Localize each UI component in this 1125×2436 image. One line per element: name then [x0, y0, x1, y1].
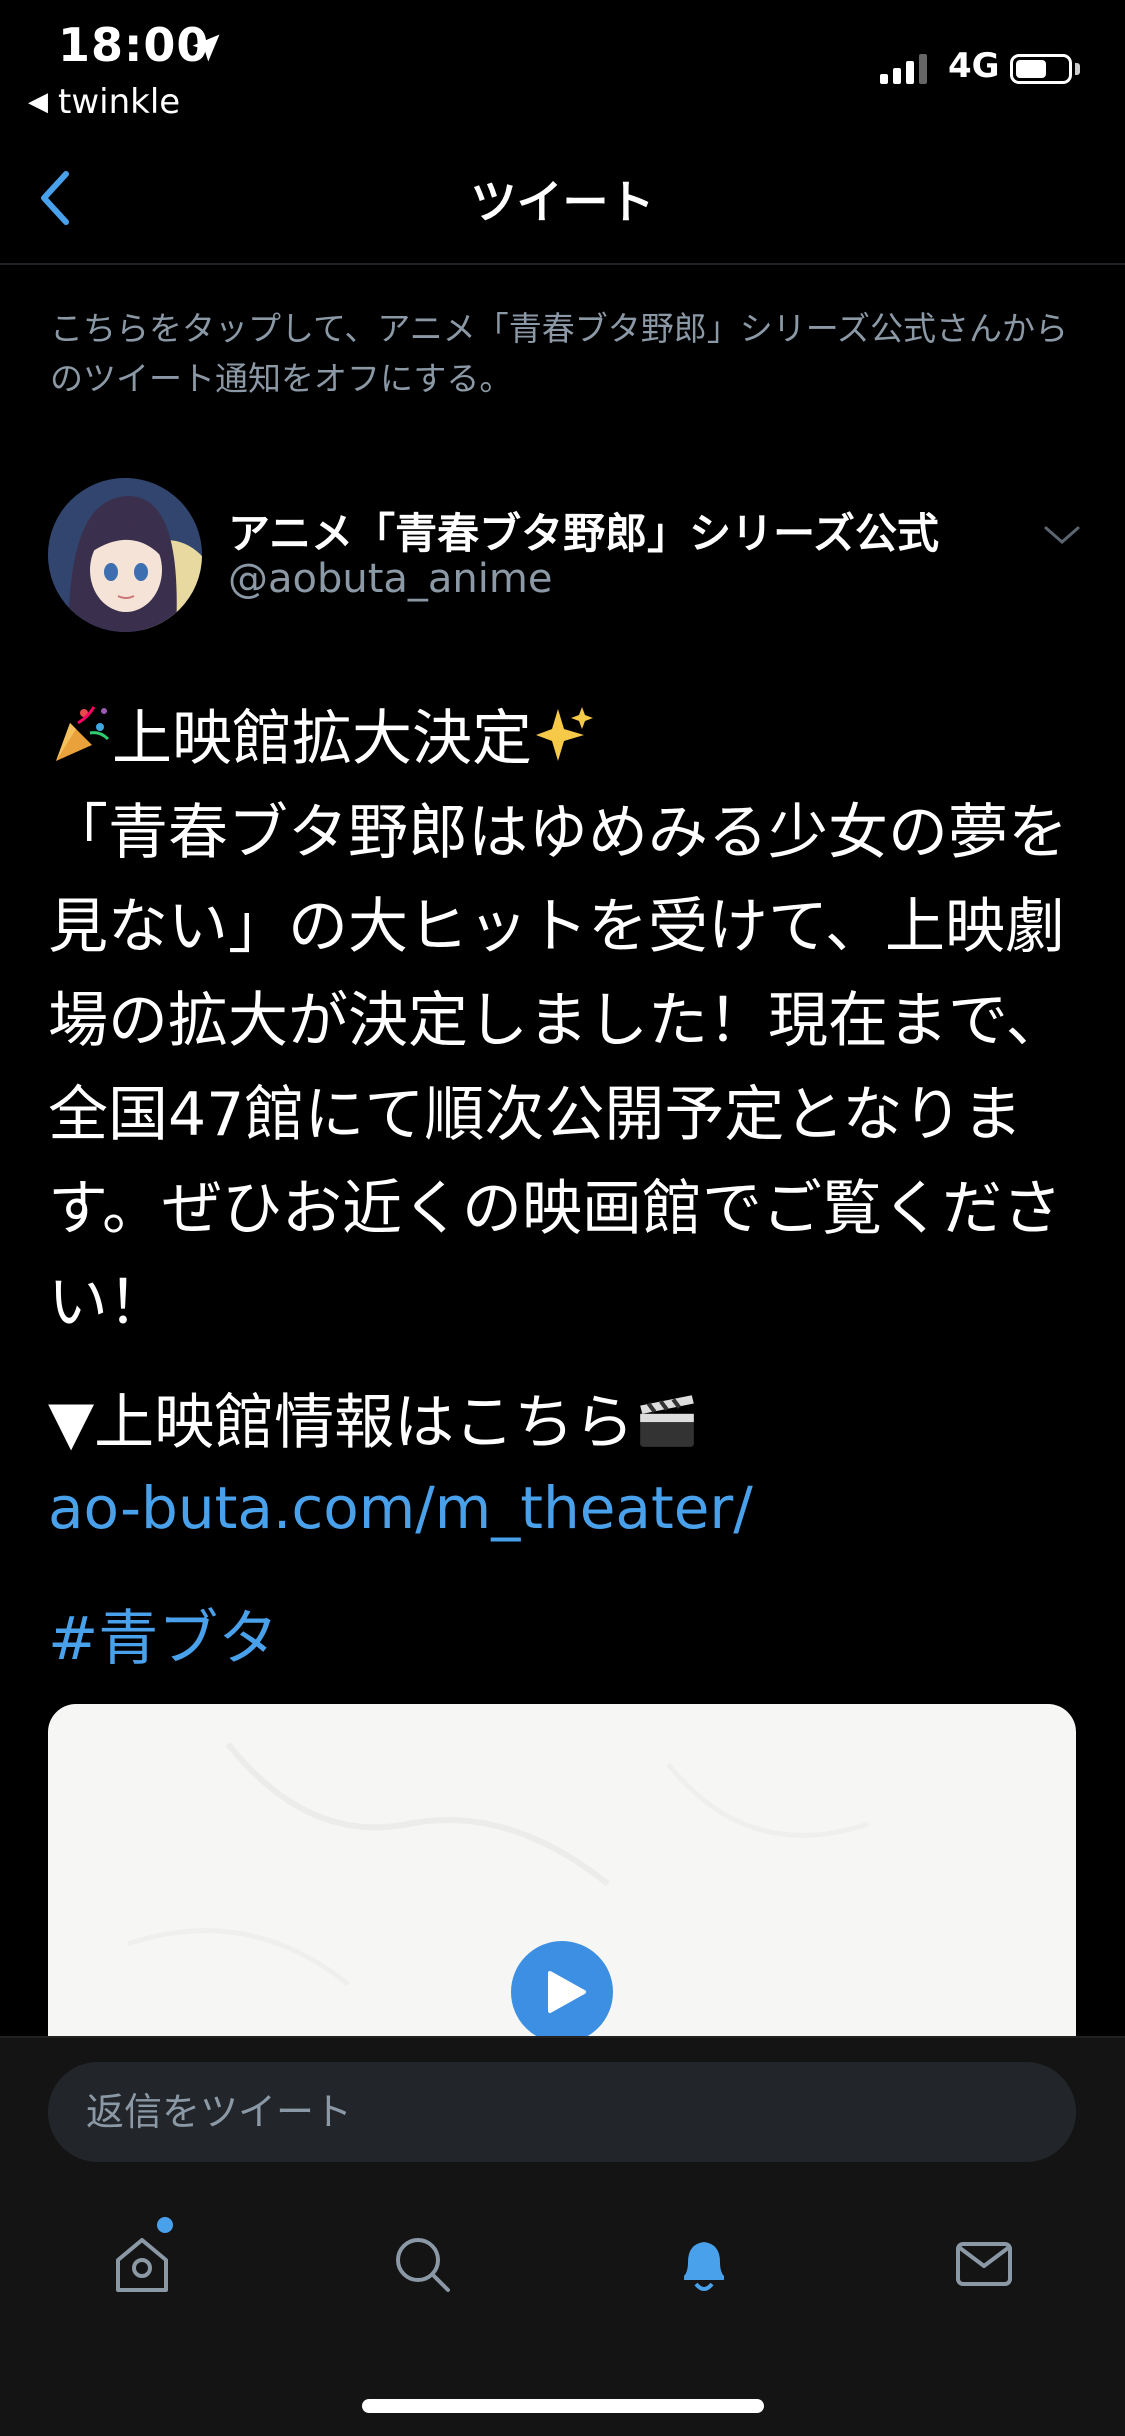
- bottom-divider: [0, 2036, 1125, 2038]
- mail-icon[interactable]: [952, 2232, 1016, 2296]
- page-title: ツイート: [470, 175, 655, 229]
- tweet-link[interactable]: ao-buta.com/m_theater/: [48, 1474, 753, 1542]
- location-arrow-icon: [192, 34, 220, 62]
- tweet-headline: 上映館拡大決定: [112, 704, 532, 774]
- network-label: 4G: [948, 46, 1000, 86]
- home-badge-dot: [157, 2217, 173, 2233]
- chevron-down-icon[interactable]: [1042, 520, 1082, 550]
- home-indicator: [362, 2399, 764, 2413]
- tweet-body-text: 「青春ブタ野郎はゆめみる少女の夢を見ない」の大ヒットを受けて、上映劇場の拡大が決…: [48, 798, 1068, 1338]
- avatar[interactable]: [48, 478, 202, 632]
- reply-input[interactable]: 返信をツイート: [48, 2062, 1076, 2162]
- signal-icon: [880, 52, 927, 84]
- back-chevron-icon[interactable]: [36, 166, 76, 230]
- status-time: 18:00: [58, 18, 210, 72]
- nav-divider: [0, 263, 1125, 265]
- bell-icon[interactable]: [672, 2232, 736, 2296]
- back-app-label: twinkle: [58, 82, 181, 122]
- author-display-name[interactable]: アニメ「青春ブタ野郎」シリーズ公式: [228, 500, 939, 561]
- home-icon[interactable]: [110, 2232, 174, 2296]
- battery-icon: [1010, 54, 1072, 84]
- tweet-line-1: 上映館拡大決定: [48, 692, 1088, 786]
- battery-tip: [1075, 63, 1080, 75]
- sparkles-icon: [536, 707, 593, 761]
- search-icon[interactable]: [390, 2232, 454, 2296]
- back-triangle-icon: ◀: [28, 87, 48, 117]
- clapper-board-icon: [640, 1395, 694, 1447]
- author-handle[interactable]: @aobuta_anime: [228, 556, 552, 602]
- notification-notice[interactable]: こちらをタップして、アニメ「青春ブタ野郎」シリーズ公式さんからのツイート通知をオ…: [50, 304, 1080, 404]
- tweet-hashtag[interactable]: #青ブタ: [48, 1590, 278, 1677]
- tweet-info-text: ▼上映館情報はこちら: [48, 1388, 635, 1458]
- tweet-text: 上映館拡大決定 「青春ブタ野郎はゆめみる少女の夢を見ない」の大ヒットを受けて、上…: [48, 692, 1088, 1350]
- play-button[interactable]: [511, 1941, 613, 2043]
- play-icon: [548, 1971, 586, 2013]
- party-popper-icon: [56, 706, 110, 761]
- back-to-app-link[interactable]: ◀ twinkle: [28, 82, 180, 122]
- tweet-info-line: ▼上映館情報はこちら: [48, 1376, 700, 1470]
